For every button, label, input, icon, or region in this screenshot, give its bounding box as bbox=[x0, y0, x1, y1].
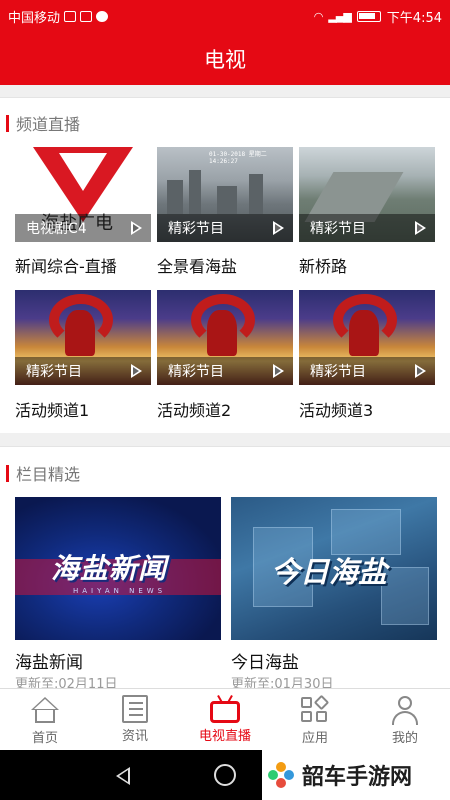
page-title: 电视 bbox=[204, 47, 246, 72]
watermark-logo-icon bbox=[268, 762, 294, 788]
watermark-text: 韶车手游网 bbox=[302, 765, 413, 790]
channels-section-title: 频道直播 bbox=[16, 115, 81, 134]
channel-tile-xinqiao-road[interactable]: 精彩节目 bbox=[299, 147, 435, 242]
nav-label: 我的 bbox=[391, 731, 418, 746]
wifi-icon: ◠ bbox=[313, 9, 324, 23]
channel-caption[interactable]: 新闻综合-直播 bbox=[15, 253, 117, 277]
ribbon-graphic bbox=[207, 310, 237, 356]
bottom-nav: 首页 资讯 电视直播 应用 我的 bbox=[0, 688, 450, 750]
carrier-name: 中国移动 bbox=[8, 10, 61, 26]
section-divider bbox=[0, 85, 450, 98]
nav-label: 首页 bbox=[31, 731, 58, 746]
program-card-haiyan-news[interactable]: 海盐新闻 HAIYAN NEWS bbox=[15, 497, 221, 640]
back-icon[interactable] bbox=[116, 767, 130, 785]
programs-section-header: 栏目精选 bbox=[0, 458, 450, 488]
building-shape bbox=[249, 174, 263, 214]
channel-tag-label: 精彩节目 bbox=[310, 364, 366, 380]
nav-item-profile[interactable]: 我的 bbox=[360, 689, 450, 750]
sim-icon bbox=[64, 10, 77, 22]
play-icon bbox=[273, 364, 284, 378]
status-time: 下午4:54 bbox=[386, 10, 442, 26]
nav-label: 电视直播 bbox=[198, 729, 251, 744]
channel-tile-panorama[interactable]: 01-30-2018 星期二 14:26:27 精彩节目 bbox=[157, 147, 293, 242]
channel-tag-label: 精彩节目 bbox=[310, 221, 366, 237]
status-bar: 中国移动 ◠ ▂▄▆ 下午4:54 bbox=[0, 0, 450, 32]
building-shape bbox=[217, 186, 237, 214]
tv-icon bbox=[210, 701, 240, 723]
nav-item-news[interactable]: 资讯 bbox=[90, 689, 180, 750]
section-accent-bar bbox=[6, 464, 9, 482]
channel-caption[interactable]: 全景看海盐 bbox=[157, 253, 237, 277]
play-icon bbox=[131, 364, 142, 378]
channel-tag-label: 电视剧C4 bbox=[26, 221, 87, 237]
channel-tile-event-2[interactable]: 精彩节目 bbox=[157, 290, 293, 385]
play-icon bbox=[131, 221, 142, 235]
chat-notification-icon bbox=[96, 10, 109, 22]
page-title-bar: 电视 bbox=[0, 32, 450, 85]
battery-icon bbox=[356, 10, 381, 22]
camera-timestamp: 01-30-2018 星期二 14:26:27 bbox=[209, 151, 267, 165]
app-notification-icon bbox=[80, 10, 93, 22]
channel-tag-label: 精彩节目 bbox=[26, 364, 82, 380]
nav-item-home[interactable]: 首页 bbox=[0, 689, 90, 750]
user-icon bbox=[389, 695, 421, 725]
channel-tile-news[interactable]: 海盐广电 电视剧C4 bbox=[15, 147, 151, 242]
program-logo-subtext: HAIYAN NEWS bbox=[73, 587, 167, 595]
section-accent-bar bbox=[6, 114, 9, 132]
nav-label: 应用 bbox=[301, 731, 328, 746]
watermark: 韶车手游网 bbox=[262, 750, 450, 800]
channel-caption[interactable]: 活动频道3 bbox=[299, 397, 373, 421]
play-icon bbox=[273, 221, 284, 235]
nav-item-tv-live[interactable]: 电视直播 bbox=[180, 689, 270, 750]
channel-tag-label: 精彩节目 bbox=[168, 364, 224, 380]
program-title[interactable]: 今日海盐 bbox=[231, 648, 299, 673]
home-button-icon[interactable] bbox=[214, 764, 236, 786]
program-logo-text: 海盐新闻 bbox=[51, 552, 168, 585]
channel-caption[interactable]: 活动频道2 bbox=[157, 397, 231, 421]
channels-section-header: 频道直播 bbox=[0, 108, 450, 138]
program-title[interactable]: 海盐新闻 bbox=[15, 648, 83, 673]
channel-caption[interactable]: 新桥路 bbox=[299, 253, 347, 277]
play-icon bbox=[415, 221, 426, 235]
home-icon bbox=[29, 695, 61, 725]
building-shape bbox=[189, 170, 201, 214]
ribbon-graphic bbox=[349, 310, 379, 356]
building-shape bbox=[167, 180, 183, 214]
channel-caption[interactable]: 活动频道1 bbox=[15, 397, 89, 421]
program-card-today-haiyan[interactable]: 今日海盐 bbox=[231, 497, 437, 640]
nav-item-apps[interactable]: 应用 bbox=[270, 689, 360, 750]
channel-tag-label: 精彩节目 bbox=[168, 221, 224, 237]
play-icon bbox=[415, 364, 426, 378]
program-logo-text: 今日海盐 bbox=[271, 555, 388, 589]
news-icon bbox=[122, 695, 148, 723]
backdrop-panel bbox=[381, 567, 429, 625]
signal-icon: ▂▄▆ bbox=[328, 9, 351, 23]
nav-label: 资讯 bbox=[121, 729, 148, 744]
channel-tile-event-1[interactable]: 精彩节目 bbox=[15, 290, 151, 385]
channel-tile-event-3[interactable]: 精彩节目 bbox=[299, 290, 435, 385]
apps-icon bbox=[299, 694, 331, 725]
programs-section-title: 栏目精选 bbox=[16, 465, 81, 484]
section-divider bbox=[0, 433, 450, 447]
ribbon-graphic bbox=[65, 310, 95, 356]
station-logo-cutout bbox=[59, 153, 107, 191]
